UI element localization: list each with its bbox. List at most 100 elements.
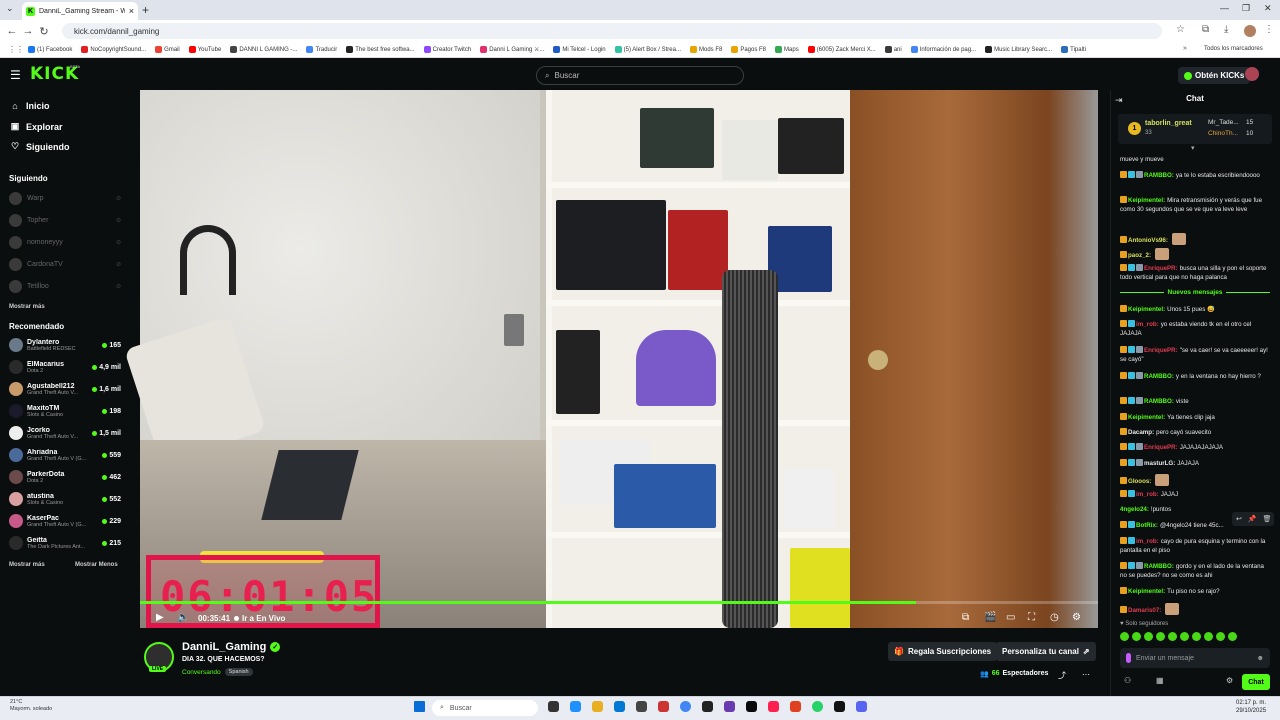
bookmark-item[interactable]: Traducir	[306, 46, 337, 53]
chat-username[interactable]: RAMBBO:	[1144, 563, 1174, 570]
recommended-channel[interactable]: Dylantero Battlefield REDSEC 165	[9, 338, 121, 352]
chat-settings-icon[interactable]: ⚙	[1226, 676, 1233, 685]
app-icon[interactable]	[724, 701, 735, 712]
tab-search-icon[interactable]: ⌄	[6, 3, 14, 14]
send-chat-button[interactable]: Chat	[1242, 674, 1270, 690]
pin-icon[interactable]: 📌	[1248, 515, 1257, 523]
chat-username[interactable]: EnriquePR:	[1144, 444, 1178, 451]
chat-username[interactable]: RAMBBO:	[1144, 172, 1174, 179]
bookmark-item[interactable]: (6005) Zack Merci X...	[807, 46, 876, 53]
delete-icon[interactable]: 🗑	[1263, 515, 1272, 523]
bookmark-item[interactable]: Información de pag...	[910, 46, 976, 53]
bookmark-item[interactable]: NoCopyrightSound...	[81, 46, 146, 53]
emote-icon[interactable]	[1216, 632, 1225, 641]
bookmark-item[interactable]: Creator Twitch	[423, 46, 471, 53]
emote-icon[interactable]	[1228, 632, 1237, 641]
chat-username[interactable]: paoz_2:	[1128, 252, 1151, 259]
bookmark-item[interactable]: Pagos F8	[731, 46, 766, 53]
playback-progress-bar[interactable]	[140, 601, 1098, 604]
bookmark-item[interactable]: Danni L Gaming ⚔...	[480, 46, 544, 53]
get-kicks-button[interactable]: Obtén KICKs	[1178, 67, 1251, 84]
emote-icon[interactable]	[1156, 632, 1165, 641]
customize-channel-button[interactable]: Personaliza tu canal ⇗	[996, 642, 1096, 661]
taskbar-search[interactable]: ⌕ Buscar	[432, 700, 538, 716]
chat-username[interactable]: Damaris07:	[1128, 607, 1161, 614]
emote-icon[interactable]	[1180, 632, 1189, 641]
recommended-channel[interactable]: Geitta The Dark Pictures Ant... 215	[9, 536, 121, 550]
bookmark-item[interactable]: YouTube	[188, 46, 221, 53]
app-icon[interactable]	[658, 701, 669, 712]
bookmark-star-icon[interactable]: ☆	[1176, 24, 1185, 35]
chat-username[interactable]: im_rob:	[1136, 491, 1159, 498]
chat-username[interactable]: im_rob:	[1136, 321, 1159, 328]
whatsapp-icon[interactable]	[812, 701, 823, 712]
chat-username[interactable]: Glooos:	[1128, 478, 1151, 485]
chat-username[interactable]: AntonioVs96:	[1128, 237, 1168, 244]
chat-username[interactable]: im_rob:	[1136, 538, 1159, 545]
hamburger-menu-icon[interactable]: ☰	[10, 68, 21, 82]
chat-username[interactable]: 4ngelo24:	[1120, 506, 1149, 513]
bookmark-item[interactable]: (5) Alert Box / Strea...	[614, 46, 681, 53]
download-icon[interactable]: ⤓	[1224, 24, 1228, 35]
fullscreen-icon[interactable]: ⛶	[1028, 612, 1035, 623]
chat-message-input[interactable]: Enviar un mensaje ☻	[1120, 648, 1270, 668]
discord-icon[interactable]	[856, 701, 867, 712]
bookmark-item[interactable]: Tipalti	[1061, 46, 1086, 53]
recommended-channel[interactable]: Jcorko Grand Theft Auto V... 1,5 mil	[9, 426, 121, 440]
chat-username[interactable]: RAMBBO:	[1144, 398, 1174, 405]
stream-category[interactable]: Conversando	[182, 669, 221, 676]
bookmark-item[interactable]: Mods F8	[689, 46, 722, 53]
chat-username[interactable]: Keipimentel:	[1128, 588, 1165, 595]
bookmark-item[interactable]: Maps	[775, 46, 799, 53]
show-more-recommended[interactable]: Mostrar más	[9, 562, 45, 568]
chat-username[interactable]: masturLG:	[1144, 460, 1175, 467]
bookmark-item[interactable]: ani	[884, 46, 902, 53]
emote-icon[interactable]	[1144, 632, 1153, 641]
app-icon[interactable]	[790, 701, 801, 712]
reply-icon[interactable]: ↩	[1236, 515, 1242, 523]
second-gifter-name[interactable]: Mr_Tade...	[1208, 119, 1239, 126]
close-tab-icon[interactable]: ×	[129, 6, 134, 16]
maximize-icon[interactable]: ❐	[1242, 3, 1250, 14]
edge-icon[interactable]	[570, 701, 581, 712]
back-arrow-icon[interactable]: ←	[4, 25, 20, 37]
playback-speed-icon[interactable]: ◷	[1050, 612, 1059, 623]
chat-users-icon[interactable]: ⚇	[1124, 676, 1131, 685]
chat-username[interactable]: Keipimentel:	[1128, 197, 1165, 204]
language-tag[interactable]: Spanish	[224, 668, 253, 676]
nav-home[interactable]: ⌂ Inicio	[10, 101, 49, 111]
browser-tab[interactable]: K DanniL_Gaming Stream - Watc ×	[22, 2, 138, 20]
app-icon[interactable]	[702, 701, 713, 712]
chat-calendar-icon[interactable]: ▦	[1156, 676, 1164, 685]
picture-in-picture-icon[interactable]: ⧉	[962, 612, 969, 623]
chat-username[interactable]: EnriquePR:	[1144, 347, 1178, 354]
following-channel[interactable]: CardonaTV ⊘	[9, 258, 121, 271]
windows-start-icon[interactable]	[414, 701, 425, 712]
weather-widget[interactable]: 21°C Mayorm. soleado	[10, 699, 52, 713]
recommended-channel[interactable]: KaserPac Grand Theft Auto V (G... 229	[9, 514, 121, 528]
app-icon[interactable]	[636, 701, 647, 712]
volume-icon[interactable]: 🔈	[177, 612, 189, 623]
minimize-icon[interactable]: —	[1220, 3, 1229, 13]
search-input[interactable]: ⌕ Buscar	[536, 66, 744, 85]
close-window-icon[interactable]: ✕	[1264, 3, 1272, 14]
chat-username[interactable]: Keipimentel:	[1128, 414, 1165, 421]
bookmark-item[interactable]: Mi Telcel - Login	[553, 46, 606, 53]
play-icon[interactable]: ▶	[156, 612, 164, 623]
theater-mode-icon[interactable]: ▭	[1006, 612, 1015, 623]
chat-username[interactable]: EnriquePR:	[1144, 265, 1178, 272]
system-clock[interactable]: 02:17 p. m. 29/10/2025	[1236, 699, 1266, 715]
url-field[interactable]: kick.com/dannil_gaming	[62, 23, 1162, 39]
following-channel[interactable]: nomoneyyy ⊘	[9, 236, 121, 249]
chat-username[interactable]: Dacamp:	[1128, 429, 1154, 436]
bookmark-item[interactable]: (1) Facebook	[28, 46, 72, 53]
emoji-icon[interactable]: ☻	[1257, 655, 1264, 662]
task-view-icon[interactable]	[548, 701, 559, 712]
recommended-channel[interactable]: MaxitoTM Slots & Casino 198	[9, 404, 121, 418]
clip-icon[interactable]: 🎬	[984, 612, 996, 623]
chrome-icon[interactable]	[680, 701, 691, 712]
store-icon[interactable]	[614, 701, 625, 712]
emote-icon[interactable]	[1120, 632, 1129, 641]
emote-icon[interactable]	[1168, 632, 1177, 641]
following-channel[interactable]: Tetilloo ⊘	[9, 280, 121, 293]
